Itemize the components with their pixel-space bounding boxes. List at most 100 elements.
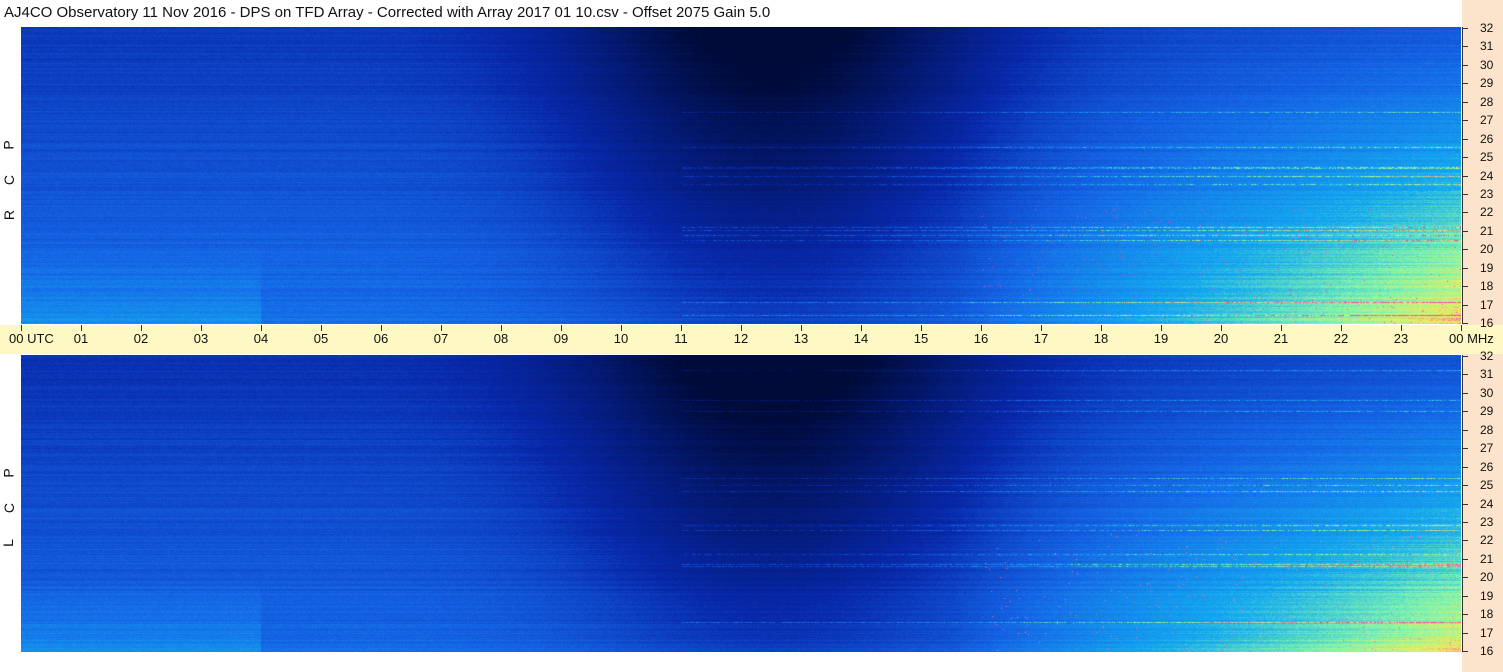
frequency-tick — [1462, 374, 1468, 375]
polarization-letter: R — [1, 209, 18, 221]
utc-tick-label: 20 — [1213, 331, 1229, 346]
frequency-tick — [1462, 504, 1468, 505]
frequency-tick-label: 17 — [1480, 626, 1494, 640]
frequency-tick — [1462, 540, 1468, 541]
frequency-tick — [1462, 559, 1468, 560]
frequency-tick-label: 29 — [1480, 76, 1494, 90]
utc-tick-label: 12 — [733, 331, 749, 346]
frequency-tick — [1462, 46, 1468, 47]
frequency-tick-label: 30 — [1480, 386, 1494, 400]
utc-tick-label: 02 — [133, 331, 149, 346]
utc-tick-label: 17 — [1033, 331, 1049, 346]
frequency-tick — [1462, 596, 1468, 597]
frequency-tick — [1462, 194, 1468, 195]
utc-tick-label: 03 — [193, 331, 209, 346]
utc-tick-label: 19 — [1153, 331, 1169, 346]
frequency-tick-label: 23 — [1480, 515, 1494, 529]
frequency-tick — [1462, 356, 1468, 357]
frequency-tick — [1462, 83, 1468, 84]
frequency-tick-label: 30 — [1480, 58, 1494, 72]
utc-tick-label: 09 — [553, 331, 569, 346]
frequency-tick-label: 16 — [1480, 316, 1494, 330]
frequency-tick — [1462, 485, 1468, 486]
frequency-tick — [1462, 102, 1468, 103]
frequency-tick-label: 25 — [1480, 150, 1494, 164]
utc-tick-label: 07 — [433, 331, 449, 346]
frequency-tick-label: 32 — [1480, 21, 1494, 35]
frequency-tick-label: 24 — [1480, 169, 1494, 183]
utc-tick-label: 22 — [1333, 331, 1349, 346]
frequency-tick — [1462, 323, 1468, 324]
utc-tick-label: 04 — [253, 331, 269, 346]
polarization-letter: L — [0, 539, 16, 547]
polarization-letter: C — [1, 174, 18, 186]
polarization-letter: C — [1, 502, 18, 514]
frequency-tick-label: 26 — [1480, 460, 1494, 474]
frequency-tick-label: 17 — [1480, 298, 1494, 312]
utc-tick-label: 14 — [853, 331, 869, 346]
frequency-tick-label: 18 — [1480, 279, 1494, 293]
frequency-tick — [1462, 305, 1468, 306]
frequency-tick-label: 31 — [1480, 39, 1494, 53]
frequency-tick-label: 21 — [1480, 224, 1494, 238]
utc-tick-label: 06 — [373, 331, 389, 346]
rcp-spectrogram — [21, 27, 1461, 324]
frequency-tick-label: 22 — [1480, 533, 1494, 547]
frequency-tick-label: 31 — [1480, 367, 1494, 381]
utc-tick-label: 08 — [493, 331, 509, 346]
frequency-tick — [1462, 28, 1468, 29]
frequency-tick-label: 32 — [1480, 349, 1494, 363]
polarization-letter: P — [0, 468, 17, 478]
frequency-tick-label: 25 — [1480, 478, 1494, 492]
frequency-tick-label: 23 — [1480, 187, 1494, 201]
frequency-tick — [1462, 467, 1468, 468]
frequency-tick — [1462, 448, 1468, 449]
utc-tick-label: 16 — [973, 331, 989, 346]
frequency-tick — [1462, 286, 1468, 287]
frequency-tick — [1462, 268, 1468, 269]
lcp-spectrogram — [21, 355, 1461, 652]
frequency-tick-label: 27 — [1480, 113, 1494, 127]
frequency-tick — [1462, 411, 1468, 412]
frequency-tick — [1462, 157, 1468, 158]
frequency-tick — [1462, 577, 1468, 578]
utc-tick-label: 23 — [1393, 331, 1409, 346]
utc-tick-label: 13 — [793, 331, 809, 346]
frequency-tick — [1462, 614, 1468, 615]
frequency-tick — [1462, 633, 1468, 634]
frequency-tick — [1462, 65, 1468, 66]
utc-axis: 00 UTC 01 02 03 04 05 06 07 08 09 10 11 12 13 14 15 16 17… — [0, 325, 1503, 354]
frequency-tick-label: 20 — [1480, 242, 1494, 256]
frequency-tick-label: 20 — [1480, 570, 1494, 584]
frequency-tick — [1462, 212, 1468, 213]
utc-tick-label: 00 UTC — [9, 331, 54, 346]
frequency-tick-label: 22 — [1480, 205, 1494, 219]
utc-tick-label: 11 — [674, 331, 688, 346]
frequency-tick — [1462, 120, 1468, 121]
utc-tick-label: 00 MHz — [1449, 331, 1494, 346]
frequency-tick-label: 24 — [1480, 497, 1494, 511]
frequency-tick-label: 19 — [1480, 589, 1494, 603]
frequency-tick-label: 16 — [1480, 644, 1494, 658]
frequency-tick — [1462, 393, 1468, 394]
utc-tick-label: 05 — [313, 331, 329, 346]
frequency-tick — [1462, 249, 1468, 250]
frequency-tick-label: 21 — [1480, 552, 1494, 566]
frequency-tick-label: 28 — [1480, 95, 1494, 109]
frequency-tick-label: 28 — [1480, 423, 1494, 437]
frequency-tick — [1462, 176, 1468, 177]
polarization-letter: P — [0, 140, 17, 150]
page-title: AJ4CO Observatory 11 Nov 2016 - DPS on T… — [4, 4, 771, 21]
frequency-tick — [1462, 522, 1468, 523]
frequency-tick — [1462, 430, 1468, 431]
utc-tick-label: 15 — [913, 331, 929, 346]
utc-tick-label: 21 — [1273, 331, 1289, 346]
utc-tick-label: 18 — [1093, 331, 1109, 346]
frequency-tick-label: 26 — [1480, 132, 1494, 146]
frequency-tick — [1462, 139, 1468, 140]
frequency-tick-label: 18 — [1480, 607, 1494, 621]
frequency-tick — [1462, 651, 1468, 652]
utc-tick-label: 10 — [613, 331, 629, 346]
frequency-tick-label: 27 — [1480, 441, 1494, 455]
frequency-tick — [1462, 231, 1468, 232]
